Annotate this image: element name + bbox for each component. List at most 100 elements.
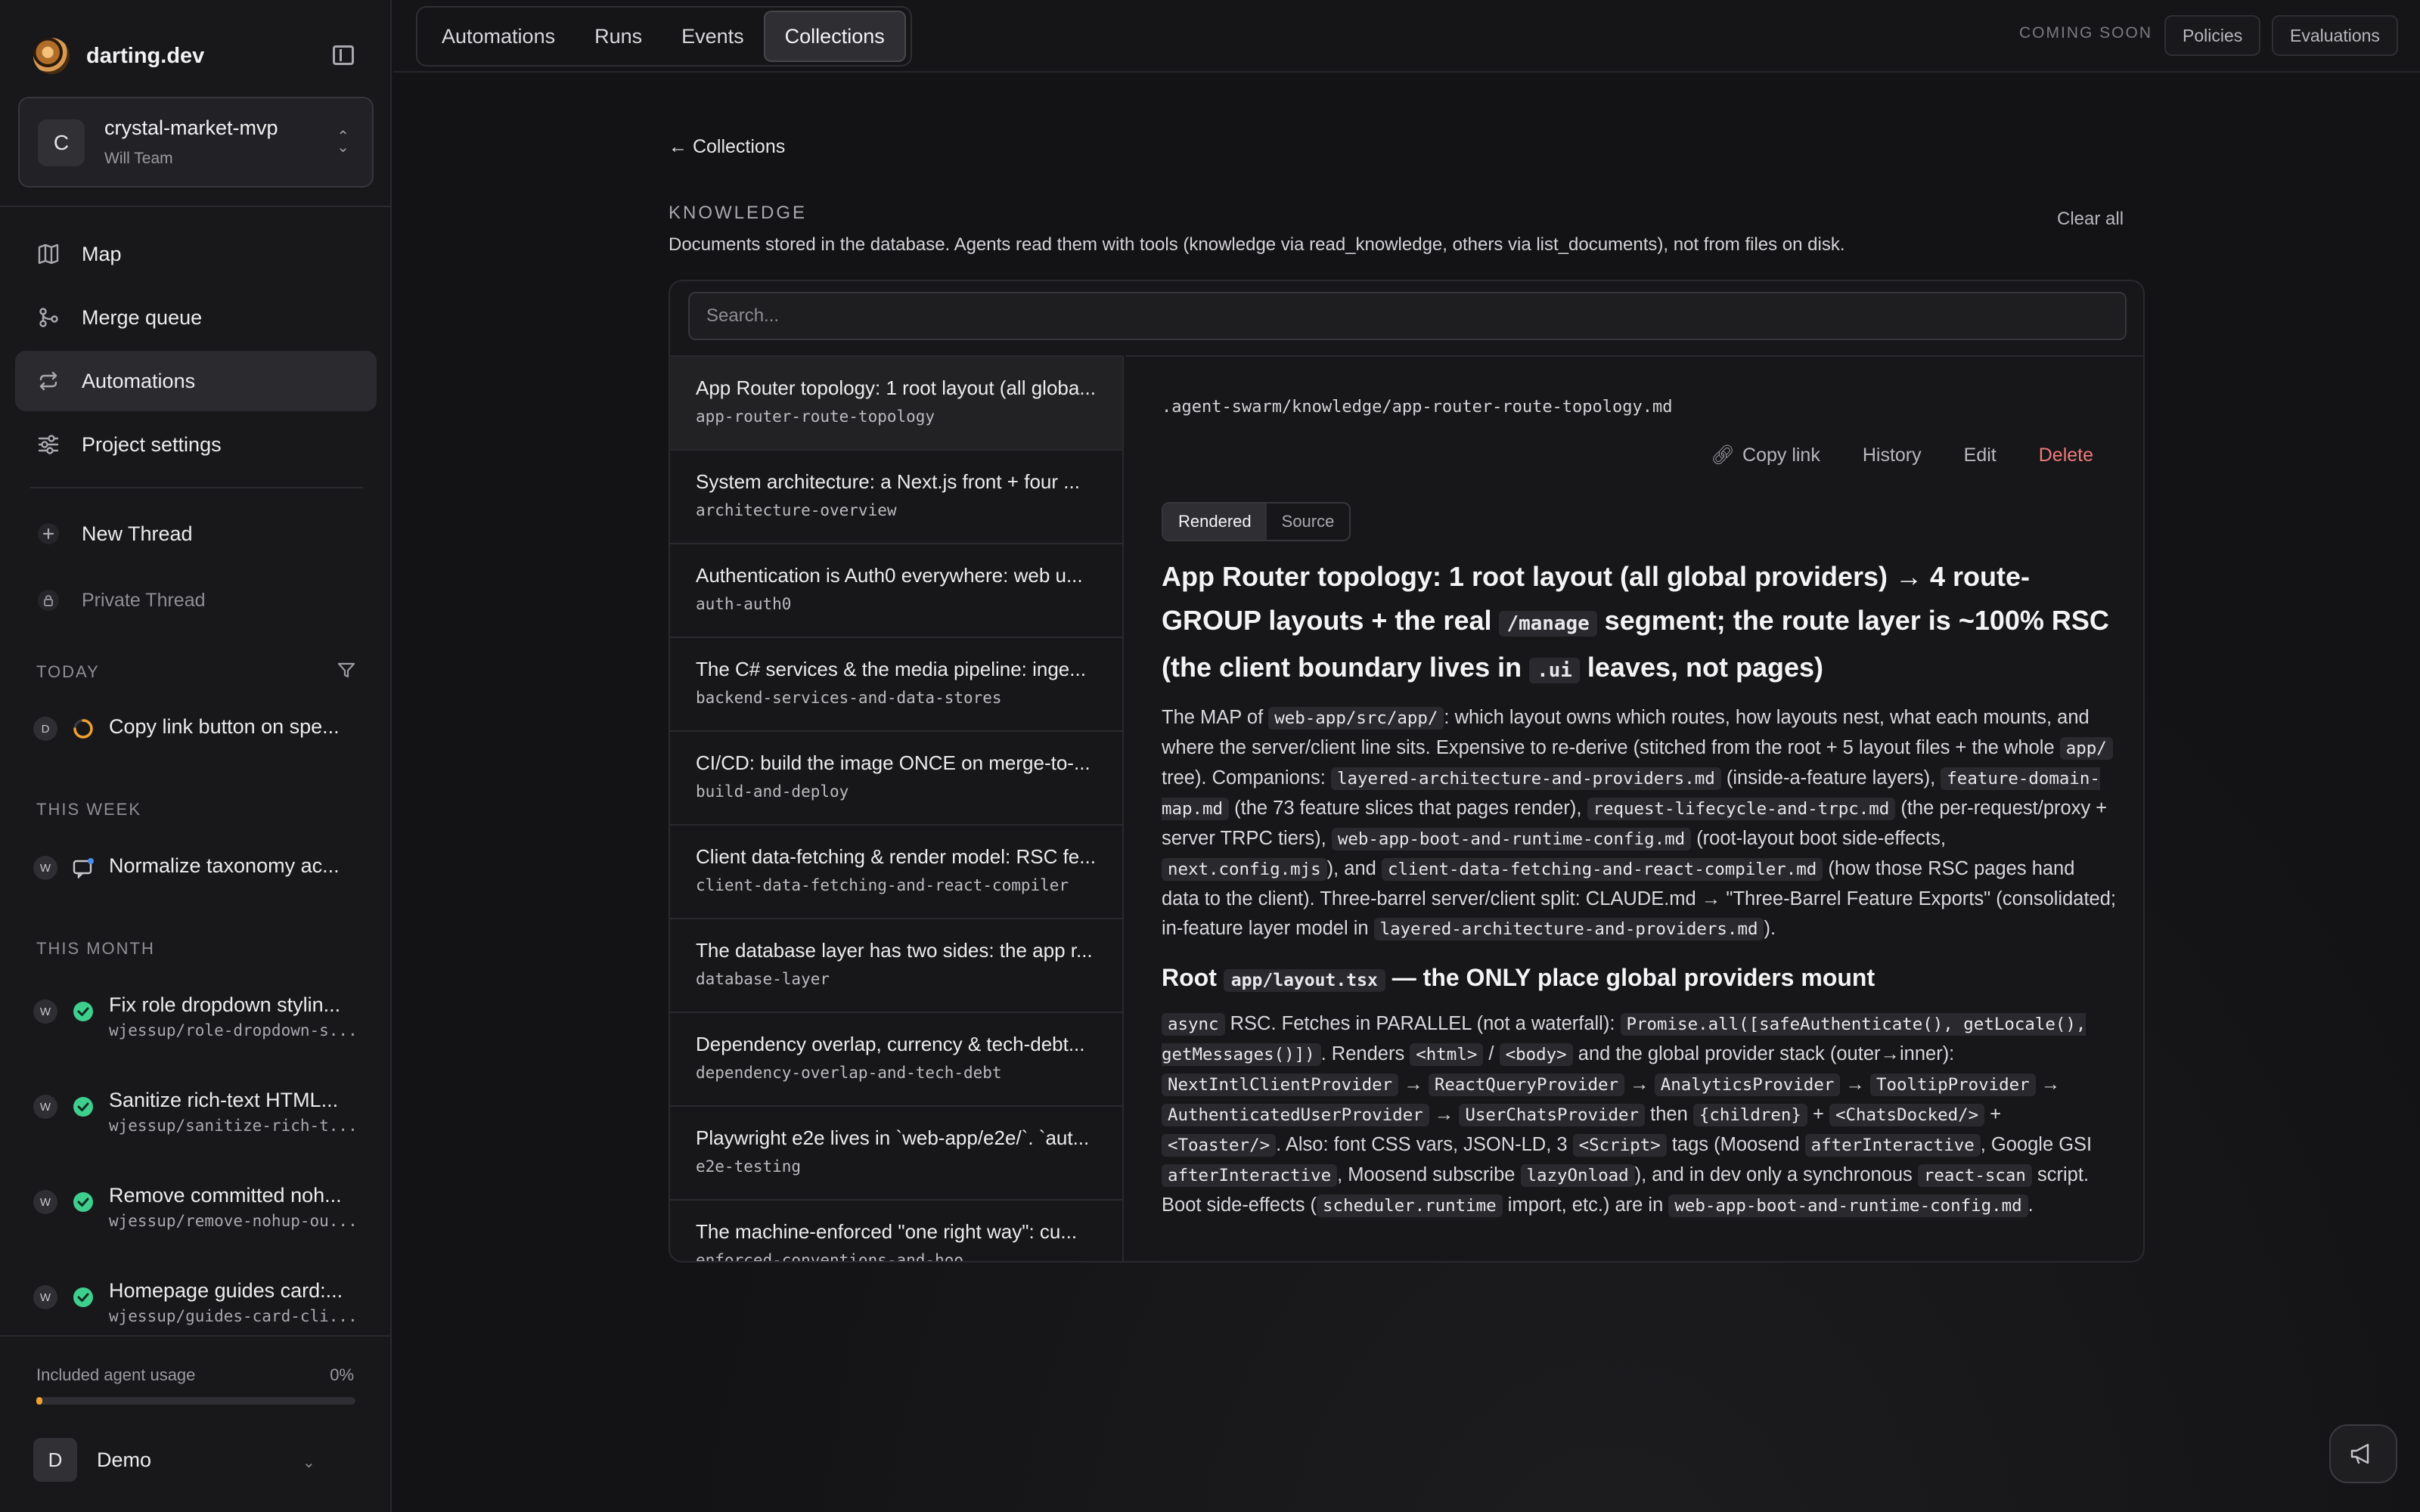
coming-soon-label: COMING SOON	[2019, 24, 2153, 42]
user-menu[interactable]: D Demo	[33, 1438, 151, 1482]
sidebar-item-automations[interactable]: Automations	[15, 351, 377, 411]
spinner-icon	[71, 717, 95, 741]
inline-code: <body>	[1499, 1043, 1573, 1066]
document-list[interactable]: App Router topology: 1 root layout (all …	[670, 355, 1124, 1263]
sidebar-item-project-settings[interactable]: Project settings	[15, 414, 377, 475]
edit-button[interactable]: Edit	[1964, 445, 1996, 466]
chevron-down-icon[interactable]: ⌄	[302, 1453, 315, 1472]
thread-item[interactable]: W Normalize taxonomy ac...	[33, 854, 366, 880]
document-slug: enforced-conventions-and-hoo	[696, 1251, 964, 1263]
document-list-item[interactable]: The database layer has two sides: the ap…	[670, 919, 1122, 1013]
inline-code: <Script>	[1572, 1134, 1667, 1157]
inline-code: <html>	[1410, 1043, 1484, 1066]
sidebar-item-label: Project settings	[82, 432, 222, 456]
inline-code: lazyOnload	[1520, 1164, 1635, 1187]
document-list-item[interactable]: System architecture: a Next.js front + f…	[670, 451, 1122, 544]
usage-progress-fill	[36, 1397, 42, 1405]
section-today: TODAY	[36, 662, 100, 681]
inline-code: web-app-boot-and-runtime-config.md	[1668, 1194, 2028, 1217]
check-circle-icon	[71, 1285, 95, 1309]
delete-button[interactable]: Delete	[2039, 445, 2093, 466]
inline-code: react-scan	[1917, 1164, 2032, 1187]
thread-title: Normalize taxonomy ac...	[109, 854, 340, 877]
document-detail: .agent-swarm/knowledge/app-router-route-…	[1125, 355, 2143, 1261]
workspace-switcher[interactable]: C crystal-market-mvp Will Team ⌃ ⌄	[18, 97, 374, 187]
chevron-updown-icon: ⌃ ⌄	[337, 129, 349, 156]
knowledge-panel: App Router topology: 1 root layout (all …	[669, 280, 2145, 1263]
history-button[interactable]: History	[1863, 445, 1922, 466]
sidebar-divider	[0, 1335, 392, 1337]
tab-bar: Automations Runs Events Collections	[416, 6, 912, 67]
inline-code: web-app/src/app/	[1268, 707, 1444, 730]
inline-code: app/layout.tsx	[1223, 969, 1385, 992]
document-list-item[interactable]: App Router topology: 1 root layout (all …	[670, 357, 1122, 451]
brand[interactable]: darting.dev	[33, 38, 204, 74]
thread-branch: wjessup/remove-nohup-ou...	[109, 1212, 358, 1230]
policies-button[interactable]: Policies	[2164, 15, 2261, 56]
copy-link-button[interactable]: 🔗︎ Copy link	[1711, 445, 1820, 466]
copy-link-label: Copy link	[1742, 445, 1820, 466]
private-thread-button[interactable]: Private Thread	[15, 570, 377, 631]
thread-item[interactable]: W Remove committed noh... wjessup/remove…	[33, 1184, 366, 1230]
feedback-button[interactable]	[2329, 1424, 2397, 1483]
source-tab[interactable]: Source	[1267, 503, 1350, 540]
tab-events[interactable]: Events	[662, 11, 764, 62]
rendered-tab[interactable]: Rendered	[1163, 503, 1267, 540]
thread-item[interactable]: W Sanitize rich-text HTML... wjessup/san…	[33, 1089, 366, 1135]
lock-icon	[36, 588, 60, 612]
link-icon: 🔗︎	[1711, 445, 1736, 466]
section-this-month: THIS MONTH	[36, 939, 155, 958]
sidebar-item-map[interactable]: Map	[15, 224, 377, 284]
view-mode-toggle: Rendered Source	[1162, 502, 1351, 541]
document-list-item[interactable]: CI/CD: build the image ONCE on merge-to-…	[670, 732, 1122, 826]
document-title: App Router topology: 1 root layout (all …	[696, 376, 1096, 399]
sidebar-item-label: Merge queue	[82, 305, 203, 329]
search-input[interactable]	[688, 292, 2127, 340]
document-list-item[interactable]: Playwright e2e lives in `web-app/e2e/`. …	[670, 1107, 1122, 1201]
tab-collections[interactable]: Collections	[763, 11, 906, 62]
thread-branch: wjessup/sanitize-rich-t...	[109, 1117, 358, 1135]
sidebar-item-merge-queue[interactable]: Merge queue	[15, 287, 377, 348]
thread-item[interactable]: W Fix role dropdown stylin... wjessup/ro…	[33, 993, 366, 1040]
sliders-icon	[36, 432, 60, 457]
sidebar-toggle-icon[interactable]	[333, 45, 354, 65]
document-list-item[interactable]: Client data-fetching & render model: RSC…	[670, 826, 1122, 919]
document-list-item[interactable]: The C# services & the media pipeline: in…	[670, 638, 1122, 732]
section-this-week: THIS WEEK	[36, 800, 142, 819]
document-list-item[interactable]: Authentication is Auth0 everywhere: web …	[670, 544, 1122, 638]
thread-avatar: W	[33, 1095, 57, 1119]
document-title: Authentication is Auth0 everywhere: web …	[696, 564, 1083, 587]
document-title: Client data-fetching & render model: RSC…	[696, 845, 1096, 868]
inline-code: UserChatsProvider	[1459, 1104, 1646, 1126]
document-slug: e2e-testing	[696, 1157, 802, 1176]
thread-avatar: D	[33, 717, 57, 741]
topbar: Automations Runs Events Collections COMI…	[393, 0, 2420, 73]
clear-all-button[interactable]: Clear all	[2057, 209, 2124, 230]
back-to-collections-link[interactable]: ← Collections	[669, 136, 785, 158]
filter-icon[interactable]	[337, 662, 355, 683]
document-paragraph: async RSC. Fetches in PARALLEL (not a wa…	[1162, 1013, 2093, 1217]
evaluations-button[interactable]: Evaluations	[2272, 15, 2398, 56]
tab-automations[interactable]: Automations	[422, 11, 575, 62]
thread-item[interactable]: D Copy link button on spe...	[33, 715, 366, 741]
document-list-item[interactable]: The machine-enforced "one right way": cu…	[670, 1201, 1122, 1263]
chat-icon	[71, 856, 95, 880]
new-thread-button[interactable]: New Thread	[15, 503, 377, 564]
sidebar-item-label: Map	[82, 242, 122, 265]
map-icon	[36, 242, 60, 266]
document-list-item[interactable]: Dependency overlap, currency & tech-debt…	[670, 1013, 1122, 1107]
document-paragraph: The MAP of web-app/src/app/: which layou…	[1162, 707, 2116, 940]
thread-item[interactable]: W Homepage guides card:... wjessup/guide…	[33, 1279, 366, 1325]
user-avatar: D	[33, 1438, 77, 1482]
inline-code: AuthenticatedUserProvider	[1162, 1104, 1429, 1126]
document-slug: auth-auth0	[696, 595, 792, 613]
check-circle-icon	[71, 1095, 95, 1119]
document-title: Playwright e2e lives in `web-app/e2e/`. …	[696, 1126, 1090, 1149]
thread-title: Remove committed noh...	[109, 1184, 342, 1207]
inline-code: AnalyticsProvider	[1654, 1074, 1841, 1096]
inline-code: /manage	[1499, 611, 1597, 637]
document-slug: database-layer	[696, 970, 830, 988]
workspace-team: Will Team	[104, 150, 173, 167]
tab-runs[interactable]: Runs	[575, 11, 662, 62]
thread-avatar: W	[33, 1190, 57, 1214]
